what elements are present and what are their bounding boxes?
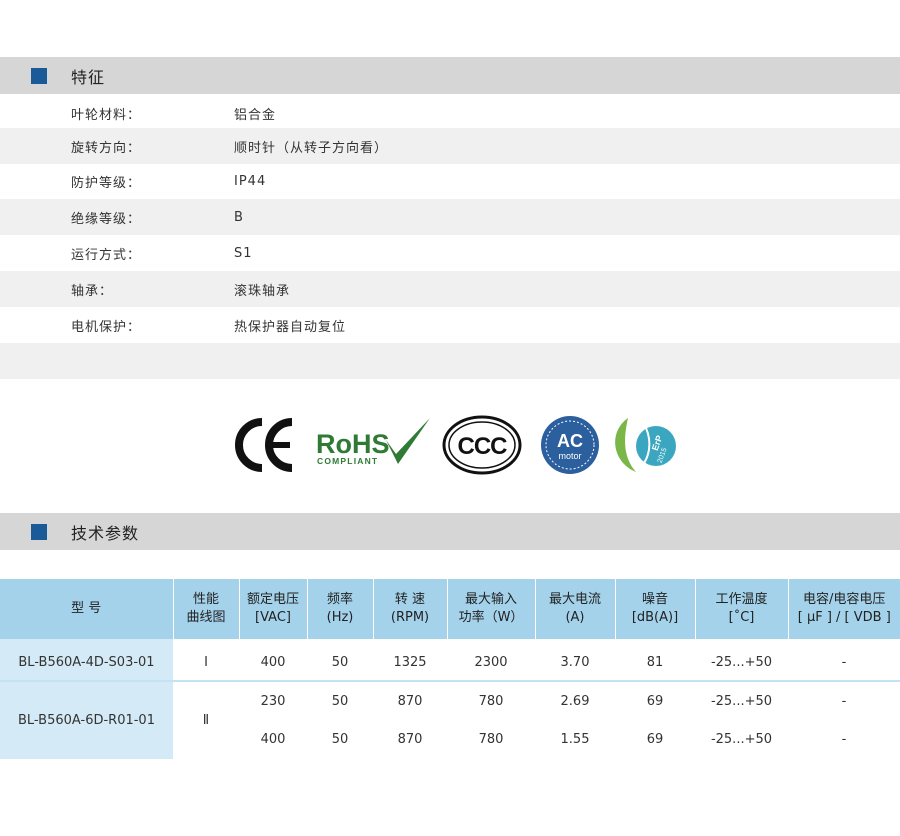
features-title: 特征 <box>71 67 106 87</box>
specs-title: 技术参数 <box>71 523 140 543</box>
rohs-compliant-icon: RoHS COMPLIANT <box>316 418 430 466</box>
feature-label: 绝缘等级： <box>71 211 142 227</box>
frequency-cell: 50 <box>331 732 349 747</box>
ccc-text: CCC <box>458 433 508 460</box>
col-header-current: 最大电流 (A) <box>535 579 616 639</box>
model-cell: BL-B560A-4D-S03-01 <box>0 644 173 682</box>
noise-cell: 69 <box>646 693 664 709</box>
feature-row: 运行方式： S1 <box>0 235 900 271</box>
feature-row: 防护等级： IP44 <box>0 163 900 199</box>
rohs-compliant-text: COMPLIANT <box>317 456 378 466</box>
noise-cell: 81 <box>615 644 695 682</box>
temperature-cell: -25...+50 <box>695 644 788 682</box>
power-cell: 2300 <box>447 644 535 682</box>
voltage-cell: 400 <box>239 644 307 682</box>
current-cell: 1.55 <box>560 732 590 747</box>
col-header-frequency: 频率 (Hz) <box>307 579 374 639</box>
voltage-cell: 400 <box>260 732 286 747</box>
col-header-voltage: 额定电压 [VAC] <box>239 579 308 639</box>
feature-value: B <box>234 209 244 225</box>
model-cell: BL-B560A-6D-R01-01 <box>0 681 173 759</box>
specs-header: 技术参数 <box>0 513 900 550</box>
power-cell: 780 <box>478 693 504 709</box>
rohs-text: RoHS <box>316 429 390 459</box>
frequency-cell: 50 <box>307 644 373 682</box>
col-header-capacitor: 电容/电容电压[ µF ] / [ VDB ] <box>788 579 900 639</box>
frequency-cell: 50 <box>331 693 349 709</box>
spec-header-row: 型 号 性能 曲线图 额定电压 [VAC] 频率 (Hz) 转 速 (RPM) 最大输入… <box>0 579 900 639</box>
ac-motor-top-text: AC <box>557 431 583 451</box>
current-cell: 2.69 <box>560 693 590 709</box>
certification-logos: RoHS COMPLIANT CCC AC motor ErP 2015 <box>235 415 676 475</box>
curve-cell: Ⅱ <box>202 713 210 728</box>
feature-value: IP44 <box>234 173 267 189</box>
speed-cell: 870 <box>397 693 423 709</box>
col-header-model: 型 号 <box>0 579 174 639</box>
feature-row: 旋转方向： 顺时针（从转子方向看） <box>0 128 900 164</box>
spec-table: 型 号 性能 曲线图 额定电压 [VAC] 频率 (Hz) 转 速 (RPM) 最大输入… <box>0 579 900 759</box>
feature-label: 叶轮材料： <box>71 107 142 123</box>
feature-label: 防护等级： <box>71 175 142 191</box>
feature-label: 电机保护： <box>71 319 142 335</box>
col-header-curve: 性能 曲线图 <box>173 579 240 639</box>
feature-label: 轴承： <box>71 283 114 299</box>
feature-label: 运行方式： <box>71 247 142 263</box>
speed-cell: 870 <box>397 732 423 747</box>
features-header: 特征 <box>0 57 900 94</box>
ccc-mark-icon: CCC <box>442 415 522 475</box>
power-cell: 780 <box>478 732 504 747</box>
col-header-speed: 转 速 (RPM) <box>373 579 448 639</box>
capacitor-cell: - <box>788 644 900 682</box>
col-header-temperature: 工作温度 [˚C] <box>695 579 789 639</box>
feature-value: 铝合金 <box>234 107 277 123</box>
table-row: BL-B560A-4D-S03-01 Ⅰ 400 50 1325 2300 3.… <box>0 644 900 682</box>
ac-motor-icon: AC motor <box>541 416 599 474</box>
erp-2015-icon: ErP 2015 <box>615 418 676 472</box>
section-square-icon <box>31 67 47 84</box>
feature-value: 滚珠轴承 <box>234 283 291 299</box>
feature-row: 绝缘等级： B <box>0 199 900 235</box>
section-square-icon <box>31 523 47 540</box>
feature-label: 旋转方向： <box>71 140 142 156</box>
speed-cell: 1325 <box>373 644 447 682</box>
col-header-noise: 噪音 [dB(A)] <box>615 579 696 639</box>
ce-mark-icon <box>235 418 293 472</box>
capacitor-cell: - <box>841 732 847 747</box>
current-cell: 3.70 <box>535 644 615 682</box>
feature-row: 叶轮材料： 铝合金 <box>0 95 900 131</box>
noise-cell: 69 <box>646 732 664 747</box>
curve-cell: Ⅰ <box>173 644 239 682</box>
temperature-cell: -25...+50 <box>710 693 773 709</box>
col-header-power: 最大输入 功率（W） <box>447 579 536 639</box>
feature-row: 电机保护： 热保护器自动复位 <box>0 307 900 343</box>
feature-value: 热保护器自动复位 <box>234 319 347 335</box>
voltage-cell: 230 <box>260 693 286 709</box>
feature-value: S1 <box>234 245 253 261</box>
temperature-cell: -25...+50 <box>710 732 773 747</box>
feature-row-empty <box>0 343 900 379</box>
capacitor-cell: - <box>841 693 847 709</box>
table-row: BL-B560A-6D-R01-01 Ⅱ 230 50 870 780 2.69… <box>0 681 900 759</box>
ac-motor-bottom-text: motor <box>558 451 581 461</box>
feature-value: 顺时针（从转子方向看） <box>234 140 389 156</box>
feature-row: 轴承： 滚珠轴承 <box>0 271 900 307</box>
